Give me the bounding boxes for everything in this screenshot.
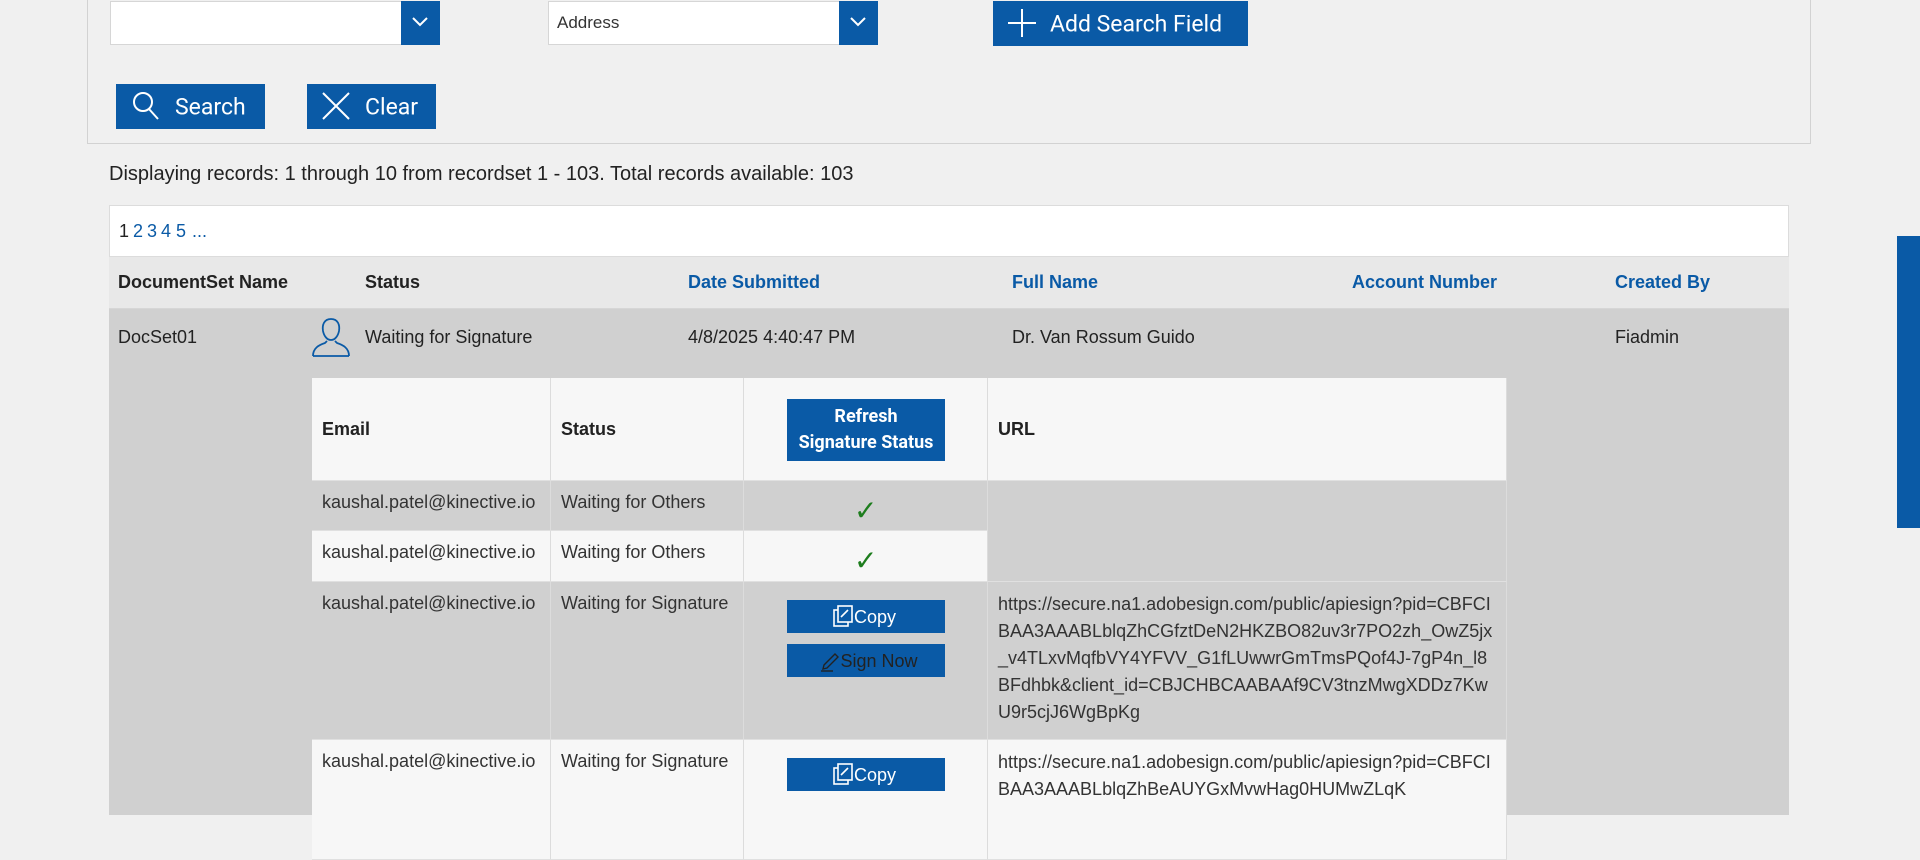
table-row: kaushal.patel@kinective.io Waiting for S… <box>312 740 1507 860</box>
pagination: 1 2 3 4 5 ... <box>109 205 1789 257</box>
signer-status: Waiting for Others <box>551 531 744 582</box>
record-status: Waiting for Signature <box>365 327 533 347</box>
chevron-down-icon <box>850 17 866 27</box>
search-value-select[interactable] <box>110 1 440 45</box>
page-link-4[interactable]: 4 <box>161 221 171 242</box>
sign-now-label: Sign Now <box>840 651 918 671</box>
add-search-field-label: Add Search Field <box>1050 10 1223 37</box>
refresh-signature-status-button[interactable]: Refresh Signature Status <box>787 399 945 461</box>
copy-button-label: Copy <box>853 607 897 627</box>
copy-url-button[interactable]: Copy <box>787 600 945 633</box>
page-link-1[interactable]: 1 <box>119 221 129 242</box>
plus-icon <box>1008 9 1036 37</box>
search-field-dropdown-button[interactable] <box>839 1 878 45</box>
signer-action-cell: Copy <box>744 740 988 860</box>
copy-button-label: Copy <box>853 765 897 785</box>
table-row: kaushal.patel@kinective.io Waiting for S… <box>312 582 1507 740</box>
add-search-field-button[interactable]: Add Search Field <box>993 1 1248 46</box>
signers-header-status: Status <box>551 378 744 481</box>
page-link-2[interactable]: 2 <box>133 221 143 242</box>
signer-email: kaushal.patel@kinective.io <box>312 481 551 531</box>
copy-url-button[interactable]: Copy <box>787 758 945 791</box>
record-full-name: Dr. Van Rossum Guido <box>1012 327 1195 347</box>
clear-button-label: Clear <box>365 93 419 120</box>
signer-email: kaushal.patel@kinective.io <box>312 531 551 582</box>
page-link-3[interactable]: 3 <box>147 221 157 242</box>
check-icon: ✓ <box>854 545 878 576</box>
column-header-status: Status <box>365 272 421 292</box>
signer-status: Waiting for Others <box>551 481 744 531</box>
signer-url-cell <box>988 481 1507 582</box>
signers-table-header: Email Status Refresh Signature Status UR… <box>312 378 1507 481</box>
signer-url-empty <box>988 481 1507 582</box>
column-header-date-submitted[interactable]: Date Submitted <box>688 272 820 293</box>
signers-header-url: URL <box>988 378 1507 481</box>
page-link-more[interactable]: ... <box>192 221 207 242</box>
results-table: 1 2 3 4 5 ... DocumentSet Name Status Da… <box>109 205 1789 860</box>
search-button[interactable]: Search <box>116 84 265 129</box>
refresh-label-line2: Signature Status <box>798 432 934 453</box>
records-summary: Displaying records: 1 through 10 from re… <box>109 163 854 185</box>
signer-person-icon[interactable] <box>310 315 352 359</box>
chevron-down-icon <box>412 17 428 27</box>
signer-email: kaushal.patel@kinective.io <box>312 582 551 740</box>
side-panel-tab[interactable] <box>1897 236 1920 528</box>
signer-action-cell: Copy Sign Now <box>744 582 988 740</box>
sign-now-button[interactable]: Sign Now <box>787 644 945 677</box>
refresh-label-line1: Refresh <box>834 406 898 427</box>
close-icon <box>322 92 350 120</box>
search-field-select[interactable]: Address <box>548 1 878 45</box>
column-header-full-name[interactable]: Full Name <box>1012 272 1098 293</box>
signer-email: kaushal.patel@kinective.io <box>312 740 551 860</box>
table-row: kaushal.patel@kinective.io Waiting for O… <box>312 531 988 582</box>
signer-status: Waiting for Signature <box>551 582 744 740</box>
check-icon: ✓ <box>854 495 878 526</box>
signers-header-action: Refresh Signature Status <box>744 378 988 481</box>
column-header-account-number[interactable]: Account Number <box>1352 272 1497 293</box>
signer-status: Waiting for Signature <box>551 740 744 860</box>
search-button-label: Search <box>175 93 246 120</box>
page-link-5[interactable]: 5 <box>176 221 186 242</box>
record-date-submitted: 4/8/2025 4:40:47 PM <box>688 327 856 347</box>
signer-action-cell: ✓ <box>744 481 988 531</box>
signer-action-cell: ✓ <box>744 531 988 582</box>
column-header-created-by[interactable]: Created By <box>1615 272 1710 293</box>
clear-button[interactable]: Clear <box>307 84 436 129</box>
search-icon <box>133 92 159 120</box>
signers-header-email: Email <box>312 378 551 481</box>
search-value-dropdown-button[interactable] <box>401 1 440 45</box>
signer-url[interactable]: https://secure.na1.adobesign.com/public/… <box>988 740 1507 860</box>
column-header-documentset-name: DocumentSet Name <box>118 272 289 292</box>
signer-url[interactable]: https://secure.na1.adobesign.com/public/… <box>988 582 1507 740</box>
record-created-by: Fiadmin <box>1615 327 1680 347</box>
record-name: DocSet01 <box>118 327 198 347</box>
search-field-text: Address <box>557 13 620 32</box>
table-header: DocumentSet Name Status Date Submitted F… <box>109 257 1789 309</box>
